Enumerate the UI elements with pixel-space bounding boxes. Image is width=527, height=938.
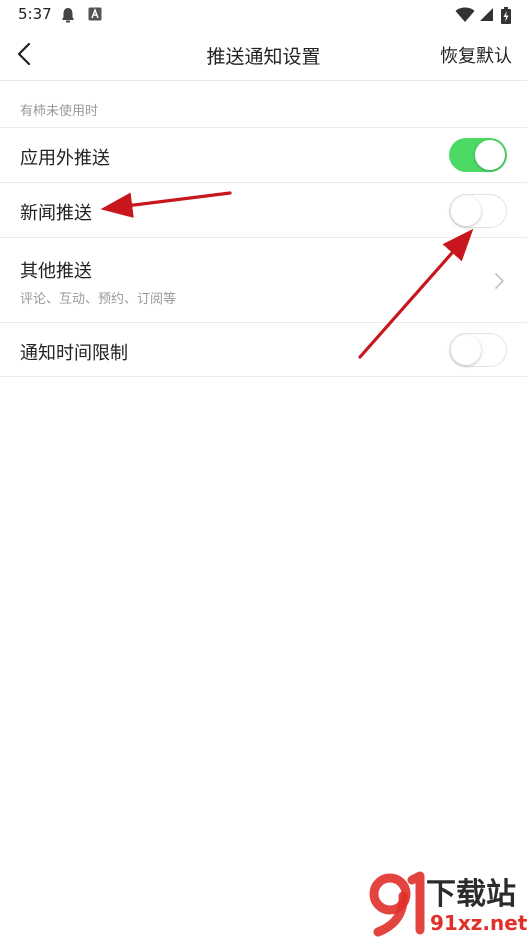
- status-bar: 5:37: [0, 0, 527, 30]
- chevron-right-icon: [495, 273, 504, 289]
- section-header-label: 有柿未使用时: [20, 104, 99, 119]
- watermark-logo: 下载站 91xz.net: [369, 871, 527, 937]
- qq-bell-icon: [62, 8, 74, 23]
- news-push-toggle[interactable]: [449, 194, 507, 228]
- settings-row-notification-time-limit[interactable]: 通知时间限制: [0, 322, 527, 377]
- list-divider: [0, 376, 527, 377]
- row-label: 其他推送: [20, 261, 92, 282]
- settings-row-news-push[interactable]: 新闻推送: [0, 182, 527, 238]
- nav-bar: 推送通知设置 恢复默认: [0, 30, 527, 81]
- signal-icon: [480, 8, 493, 21]
- section-header: 有柿未使用时: [0, 81, 527, 127]
- row-label: 通知时间限制: [20, 343, 128, 364]
- battery-charging-icon: [501, 7, 511, 24]
- status-time: 5:37: [18, 5, 52, 23]
- row-subtitle: 评论、互动、预约、订阅等: [20, 292, 177, 307]
- toggle-knob: [451, 335, 481, 365]
- wifi-icon: [455, 7, 475, 22]
- row-label: 新闻推送: [20, 203, 92, 224]
- settings-row-external-push[interactable]: 应用外推送: [0, 127, 527, 183]
- external-push-toggle[interactable]: [449, 138, 507, 172]
- row-label: 应用外推送: [20, 148, 110, 169]
- svg-text:91xz.net: 91xz.net: [430, 911, 527, 935]
- notification-time-limit-toggle[interactable]: [449, 333, 507, 367]
- toggle-knob: [451, 196, 481, 226]
- svg-text:下载站: 下载站: [426, 877, 516, 912]
- settings-row-other-push[interactable]: 其他推送 评论、互动、预约、订阅等: [0, 237, 527, 323]
- toggle-knob: [475, 140, 505, 170]
- a-notification-icon: [88, 7, 102, 21]
- restore-default-button[interactable]: 恢复默认: [440, 42, 512, 68]
